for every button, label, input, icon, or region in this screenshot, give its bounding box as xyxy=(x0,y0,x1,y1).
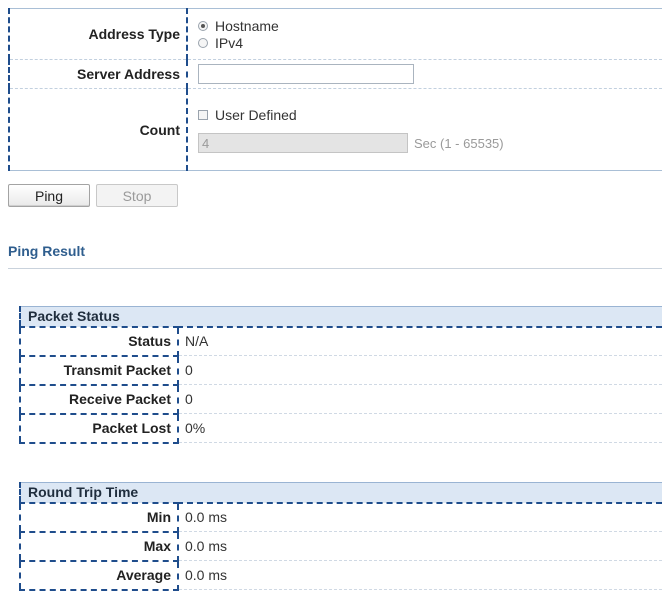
count-row: Count User Defined Sec (1 - 65535) xyxy=(9,88,662,171)
round-trip-time-table: Round Trip Time Min 0.0 ms Max 0.0 ms Av… xyxy=(19,482,662,591)
max-label: Max xyxy=(20,531,179,562)
address-type-row: Address Type Hostname IPv4 xyxy=(9,8,662,60)
table-row: Packet Lost 0% xyxy=(20,413,662,444)
status-label: Status xyxy=(20,326,179,357)
round-trip-time-header: Round Trip Time xyxy=(20,482,662,504)
section-divider xyxy=(8,268,662,269)
count-input-group: Sec (1 - 65535) xyxy=(198,133,662,153)
user-defined-checkbox[interactable]: User Defined xyxy=(198,106,662,123)
count-input[interactable] xyxy=(198,133,408,153)
radio-ipv4-label: IPv4 xyxy=(215,34,244,51)
transmit-packet-value: 0 xyxy=(178,355,662,385)
round-trip-time-title: Round Trip Time xyxy=(20,482,662,504)
ping-button[interactable]: Ping xyxy=(8,184,90,207)
min-label: Min xyxy=(20,502,179,533)
radio-ipv4-icon[interactable] xyxy=(198,37,208,48)
table-row: Receive Packet 0 xyxy=(20,384,662,415)
table-row: Min 0.0 ms xyxy=(20,502,662,533)
receive-packet-label: Receive Packet xyxy=(20,384,179,415)
packet-lost-value: 0% xyxy=(178,413,662,443)
count-cell: User Defined Sec (1 - 65535) xyxy=(187,88,662,171)
radio-hostname[interactable]: Hostname xyxy=(198,17,662,34)
table-row: Status N/A xyxy=(20,326,662,357)
packet-lost-label: Packet Lost xyxy=(20,413,179,444)
server-address-cell xyxy=(187,59,662,89)
ping-result-title: Ping Result xyxy=(8,243,86,259)
status-value: N/A xyxy=(178,326,662,356)
action-buttons: Ping Stop xyxy=(8,184,178,207)
stop-button[interactable]: Stop xyxy=(96,184,178,207)
user-defined-checkbox-icon[interactable] xyxy=(198,109,208,120)
table-row: Average 0.0 ms xyxy=(20,560,662,591)
packet-status-header: Packet Status xyxy=(20,306,662,328)
table-row: Transmit Packet 0 xyxy=(20,355,662,386)
max-value: 0.0 ms xyxy=(178,531,662,561)
count-label: Count xyxy=(9,88,188,171)
radio-hostname-label: Hostname xyxy=(215,17,279,34)
server-address-input[interactable] xyxy=(198,64,414,84)
count-hint: Sec (1 - 65535) xyxy=(414,135,504,151)
address-type-options: Hostname IPv4 xyxy=(187,9,662,60)
radio-ipv4[interactable]: IPv4 xyxy=(198,34,662,51)
user-defined-label: User Defined xyxy=(215,106,297,123)
average-label: Average xyxy=(20,560,179,591)
radio-hostname-icon[interactable] xyxy=(198,20,208,31)
average-value: 0.0 ms xyxy=(178,560,662,590)
server-address-label: Server Address xyxy=(9,59,188,89)
ping-settings-form: Address Type Hostname IPv4 Server Addres… xyxy=(8,8,662,171)
address-type-label: Address Type xyxy=(9,8,188,60)
server-address-row: Server Address xyxy=(9,59,662,89)
receive-packet-value: 0 xyxy=(178,384,662,414)
table-row: Max 0.0 ms xyxy=(20,531,662,562)
packet-status-table: Packet Status Status N/A Transmit Packet… xyxy=(19,306,662,444)
min-value: 0.0 ms xyxy=(178,502,662,532)
transmit-packet-label: Transmit Packet xyxy=(20,355,179,386)
packet-status-title: Packet Status xyxy=(20,306,662,328)
